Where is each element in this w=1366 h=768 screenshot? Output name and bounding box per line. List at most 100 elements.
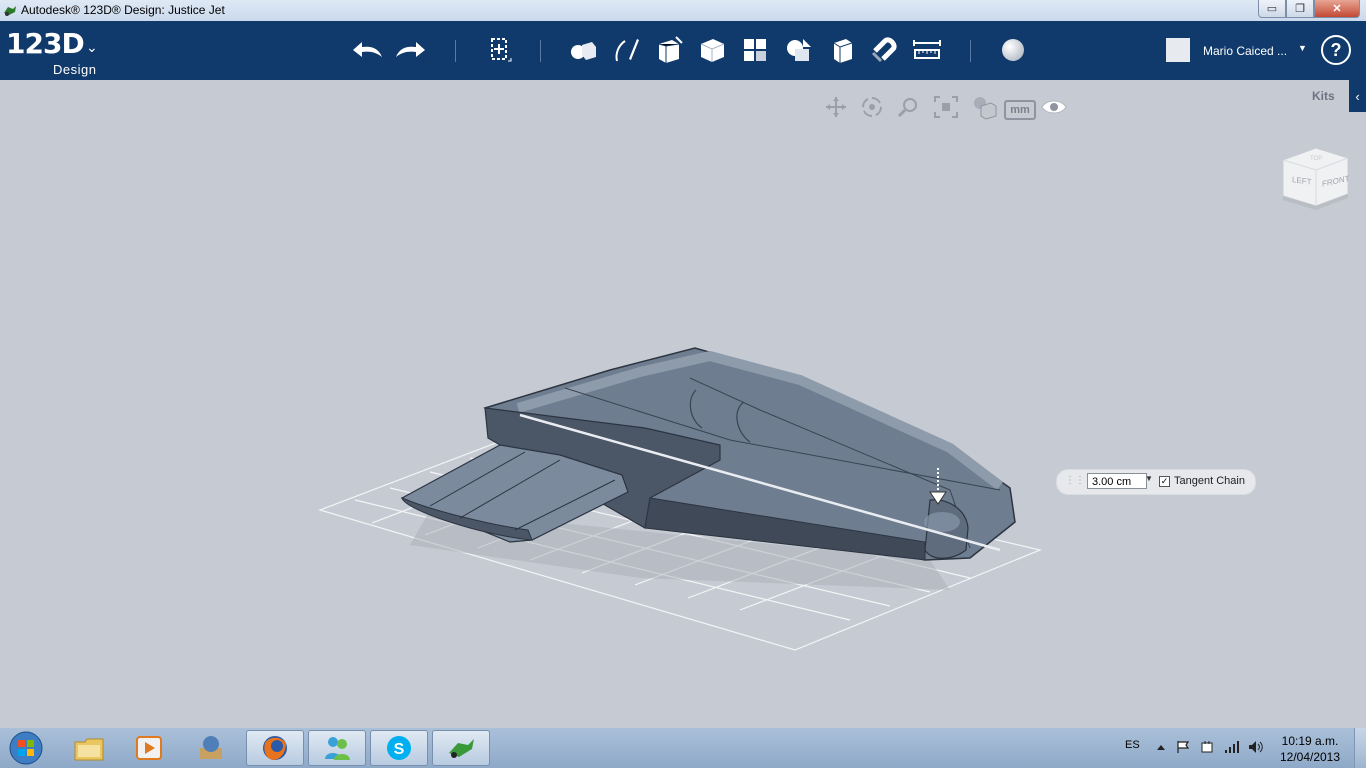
volume-icon[interactable] xyxy=(1248,740,1264,754)
material-button[interactable] xyxy=(995,31,1031,69)
transform-button[interactable] xyxy=(481,31,517,69)
123d-design-icon xyxy=(449,739,474,758)
chevron-down-icon[interactable]: ▼ xyxy=(1145,474,1153,483)
toolbar-separator xyxy=(540,40,541,62)
view-style-icon xyxy=(974,97,997,120)
tangent-chain-checkbox[interactable]: ✓ xyxy=(1159,476,1170,487)
firefox-icon xyxy=(263,736,287,760)
fillet-distance-input[interactable]: 3.00 cm xyxy=(1087,473,1147,489)
window-title: Autodesk® 123D® Design: Justice Jet xyxy=(21,3,225,17)
flag-icon[interactable] xyxy=(1176,740,1190,754)
svg-text:S: S xyxy=(394,741,405,758)
windows-explorer-icon xyxy=(74,738,104,761)
chevron-down-icon: ⌄ xyxy=(86,39,98,55)
snap-icon xyxy=(871,37,897,63)
app-icon xyxy=(200,736,222,759)
taskbar-messenger[interactable] xyxy=(308,730,366,766)
show-hidden-icons-icon[interactable] xyxy=(1156,743,1166,751)
fit-button[interactable] xyxy=(932,94,960,120)
viewcube[interactable]: LEFT FRONT TOP xyxy=(1278,142,1354,214)
fit-icon xyxy=(934,96,958,118)
close-icon: ✕ xyxy=(1332,3,1342,15)
taskbar-123d-design[interactable] xyxy=(432,730,490,766)
construct-button[interactable] xyxy=(651,31,687,69)
orbit-button[interactable] xyxy=(858,94,886,120)
orbit-icon xyxy=(862,97,882,117)
snap-button[interactable] xyxy=(866,31,902,69)
modify-icon xyxy=(700,39,725,62)
measure-button[interactable] xyxy=(909,31,945,69)
messenger-icon xyxy=(325,737,350,760)
primitives-icon xyxy=(571,42,596,60)
combine-button[interactable] xyxy=(823,31,859,69)
clock-time: 10:19 a.m. xyxy=(1281,734,1339,748)
device-icon[interactable] xyxy=(1200,740,1214,754)
measure-icon xyxy=(913,40,941,59)
logo-text: 123D xyxy=(6,27,85,60)
eye-icon xyxy=(1041,100,1067,114)
3d-viewport[interactable]: mm Kits ‹ LEFT FRONT TOP ⋮⋮ 3.00 cm ▼ ✓ … xyxy=(0,80,1366,728)
undo-icon xyxy=(353,42,382,57)
sketch-button[interactable] xyxy=(608,31,644,69)
logo-subtitle: Design xyxy=(53,62,97,77)
primitives-button[interactable] xyxy=(565,31,601,69)
pan-button[interactable] xyxy=(822,94,850,120)
construct-icon xyxy=(658,36,683,63)
app-icon xyxy=(4,6,16,16)
taskbar-media-player[interactable] xyxy=(120,730,178,766)
tangent-chain-label: Tangent Chain xyxy=(1174,475,1245,487)
help-icon: ? xyxy=(1330,39,1342,60)
user-name: Mario Caiced ... xyxy=(1203,44,1288,58)
clock[interactable]: 10:19 a.m. 12/04/2013 xyxy=(1270,733,1350,765)
taskbar-app[interactable] xyxy=(182,730,240,766)
main-toolbar: 123D ⌄ Design Mario Caiced ... ▼ ? xyxy=(0,21,1366,80)
toolbar-separator xyxy=(970,40,971,62)
media-player-icon xyxy=(136,736,162,760)
redo-icon xyxy=(396,42,425,57)
clock-date: 12/04/2013 xyxy=(1279,750,1341,764)
chevron-down-icon: ▼ xyxy=(1298,43,1307,53)
pattern-icon xyxy=(744,39,766,61)
taskbar: S ES 10:19 a.m. 12/04/2013 xyxy=(0,728,1366,768)
avatar xyxy=(1166,38,1190,62)
help-button[interactable]: ? xyxy=(1321,35,1351,65)
network-icon[interactable] xyxy=(1224,740,1240,754)
group-icon xyxy=(787,39,811,61)
skype-icon: S xyxy=(387,736,411,760)
show-desktop-button[interactable] xyxy=(1354,728,1366,768)
app-menu-button[interactable]: 123D ⌄ Design xyxy=(6,27,98,77)
combine-icon xyxy=(833,39,853,63)
kits-label: Kits xyxy=(1312,89,1335,103)
zoom-button[interactable] xyxy=(894,94,922,120)
fillet-input-panel: ⋮⋮ 3.00 cm ▼ ✓ Tangent Chain xyxy=(1056,469,1256,495)
redo-button[interactable] xyxy=(392,31,428,69)
language-indicator[interactable]: ES xyxy=(1125,739,1140,751)
start-button[interactable] xyxy=(4,730,48,766)
maximize-icon: ❐ xyxy=(1295,3,1305,15)
material-icon xyxy=(1002,39,1024,61)
minimize-button[interactable]: ▭ xyxy=(1258,0,1286,18)
units-button[interactable]: mm xyxy=(1004,100,1036,120)
minimize-icon: ▭ xyxy=(1266,3,1278,15)
modify-button[interactable] xyxy=(694,31,730,69)
chevron-left-icon: ‹ xyxy=(1355,88,1360,104)
sketch-icon xyxy=(615,39,639,62)
pattern-button[interactable] xyxy=(737,31,773,69)
group-button[interactable] xyxy=(780,31,816,69)
maximize-button[interactable]: ❐ xyxy=(1286,0,1314,18)
zoom-icon xyxy=(897,98,917,118)
pan-icon xyxy=(826,97,846,117)
taskbar-skype[interactable]: S xyxy=(370,730,428,766)
taskbar-firefox[interactable] xyxy=(246,730,304,766)
close-button[interactable]: ✕ xyxy=(1314,0,1360,18)
undo-button[interactable] xyxy=(350,31,386,69)
drag-handle[interactable]: ⋮⋮ xyxy=(1065,475,1085,489)
visibility-button[interactable] xyxy=(1040,94,1068,120)
kits-panel-toggle[interactable]: ‹ xyxy=(1349,80,1366,112)
view-style-button[interactable] xyxy=(970,94,998,120)
toolbar-separator xyxy=(455,40,456,62)
taskbar-explorer[interactable] xyxy=(60,730,118,766)
jet-model[interactable] xyxy=(310,260,1070,680)
transform-icon xyxy=(491,38,512,62)
viewcube-top[interactable]: TOP xyxy=(1310,156,1322,162)
